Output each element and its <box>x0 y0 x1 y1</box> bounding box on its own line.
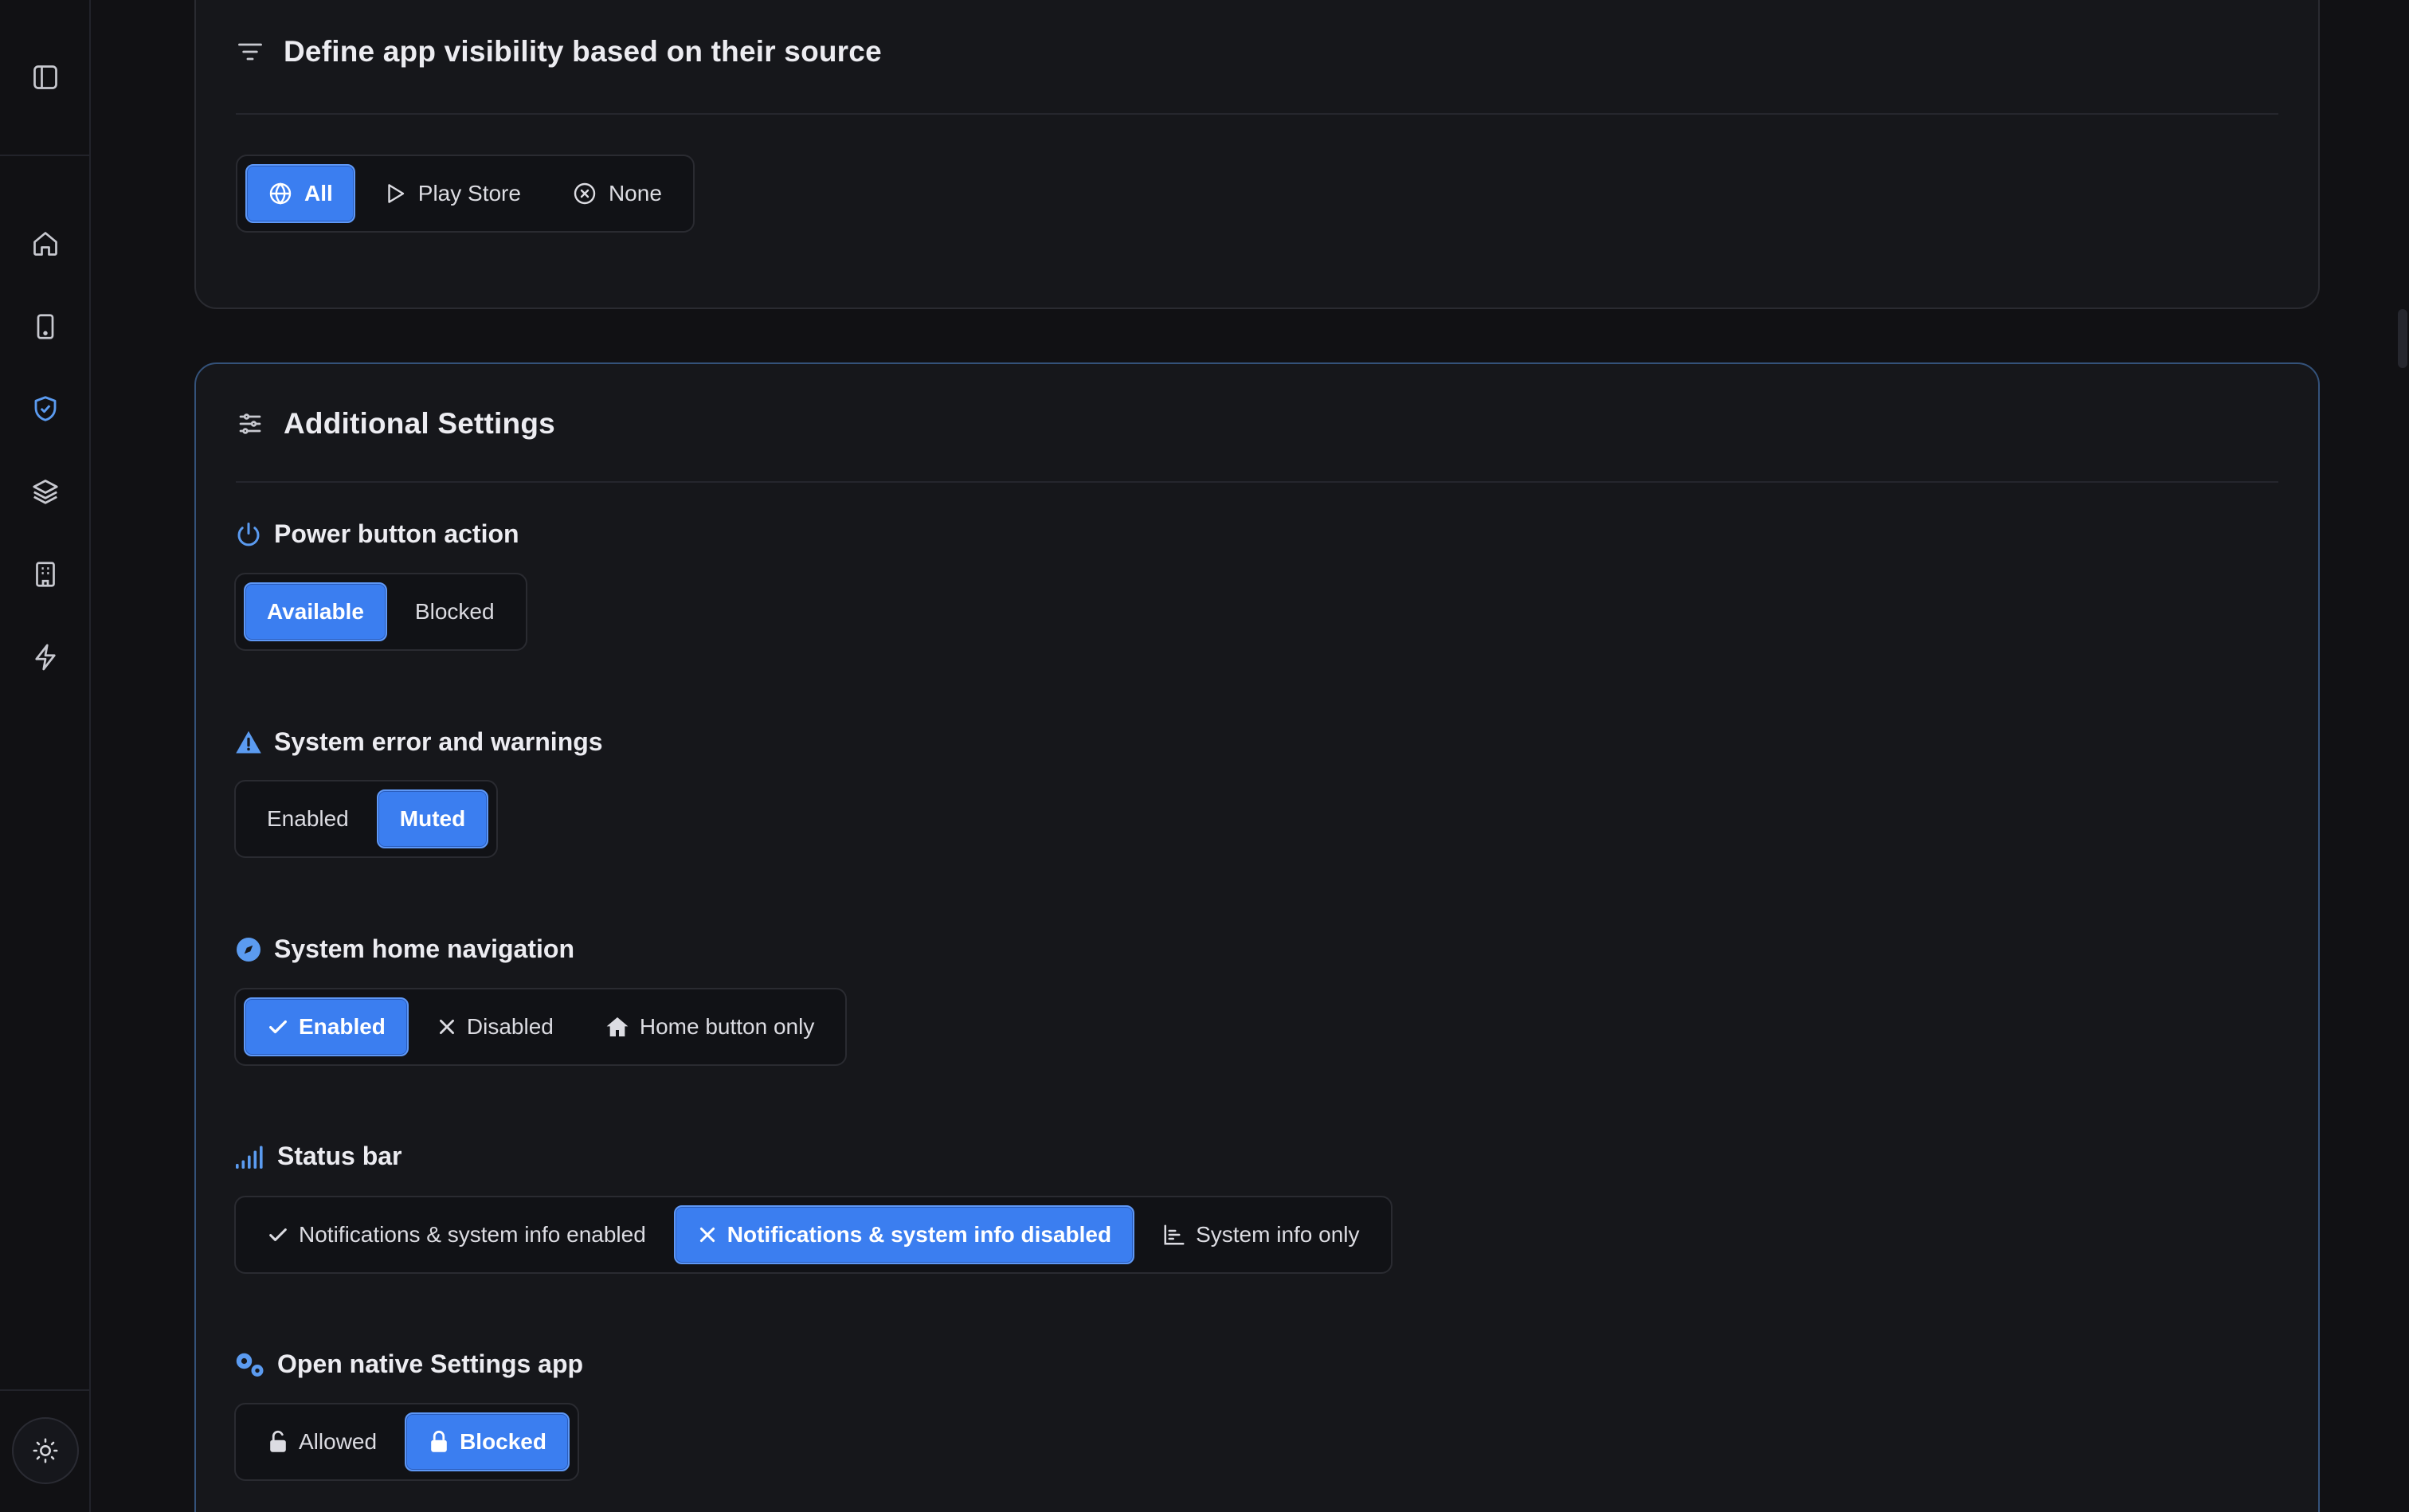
app-source-segmented-control: All Play Store None <box>236 155 695 233</box>
option-home-button-only[interactable]: Home button only <box>582 997 837 1056</box>
shield-check-icon <box>34 396 57 421</box>
lock-icon <box>431 1430 447 1452</box>
home-navigation-section-title: System home navigation <box>234 934 574 964</box>
sidebar-item-organization[interactable] <box>27 556 64 593</box>
option-enabled[interactable]: Enabled <box>244 789 372 848</box>
card-header: Additional Settings <box>236 407 555 441</box>
sidebar-item-automation[interactable] <box>27 639 64 676</box>
x-icon <box>439 1020 454 1034</box>
sidebar-divider <box>0 1389 91 1391</box>
sidebar-item-devices[interactable] <box>27 308 64 345</box>
sidebar-toggle-button[interactable] <box>27 59 64 96</box>
sidebar-divider <box>0 155 91 156</box>
power-icon <box>237 522 260 546</box>
sidebar-item-policies[interactable] <box>27 390 64 427</box>
card-title: Additional Settings <box>284 407 555 440</box>
option-allowed[interactable]: Allowed <box>244 1412 400 1471</box>
home-icon <box>606 1017 629 1036</box>
settings-app-segmented-control: Allowed Blocked <box>234 1403 579 1481</box>
theme-toggle-button[interactable] <box>12 1417 79 1484</box>
page-scrollbar[interactable] <box>2398 309 2407 368</box>
sidebar-item-layers[interactable] <box>27 473 64 510</box>
system-errors-segmented-control: Enabled Muted <box>234 780 499 858</box>
power-button-segmented-control: Available Blocked <box>234 573 527 651</box>
sun-icon <box>33 1438 58 1463</box>
card-divider <box>236 481 2278 483</box>
system-errors-section-title: System error and warnings <box>234 727 603 757</box>
lightning-icon <box>35 644 56 671</box>
option-enabled[interactable]: Enabled <box>244 997 409 1056</box>
filter-icon <box>238 43 262 61</box>
option-blocked[interactable]: Blocked <box>392 582 518 641</box>
option-none[interactable]: None <box>549 164 685 223</box>
option-play-store[interactable]: Play Store <box>360 164 544 223</box>
bar-chart-icon <box>1164 1224 1185 1245</box>
device-icon <box>37 314 54 339</box>
compass-icon <box>237 937 260 962</box>
x-circle-icon <box>574 182 596 205</box>
gears-icon <box>236 1353 264 1377</box>
card-divider <box>236 113 2278 115</box>
signal-bars-icon <box>236 1146 263 1169</box>
home-navigation-segmented-control: Enabled Disabled Home button only <box>234 988 848 1066</box>
play-icon <box>388 184 404 203</box>
option-notifications-disabled[interactable]: Notifications & system info disabled <box>673 1205 1135 1264</box>
card-header: Define app visibility based on their sou… <box>236 35 882 69</box>
option-system-info-only[interactable]: System info only <box>1139 1205 1382 1264</box>
sidebar-item-home[interactable] <box>27 225 64 262</box>
building-icon <box>36 562 55 587</box>
layers-icon <box>33 480 58 504</box>
sidebar-panel-icon <box>33 65 57 89</box>
lock-open-icon <box>270 1430 286 1452</box>
check-icon <box>269 1228 287 1241</box>
home-icon <box>33 232 57 256</box>
app-visibility-card: Define app visibility based on their sou… <box>194 0 2320 309</box>
sliders-icon <box>239 413 261 434</box>
check-icon <box>269 1020 287 1034</box>
settings-app-section-title: Open native Settings app <box>234 1349 583 1379</box>
warning-icon <box>236 731 261 753</box>
status-bar-segmented-control: Notifications & system info enabled Noti… <box>234 1196 1393 1274</box>
option-notifications-enabled[interactable]: Notifications & system info enabled <box>244 1205 669 1264</box>
option-all[interactable]: All <box>245 164 355 223</box>
option-disabled[interactable]: Disabled <box>413 997 577 1056</box>
sidebar <box>0 0 91 1512</box>
status-bar-section-title: Status bar <box>234 1142 402 1171</box>
option-muted[interactable]: Muted <box>376 789 489 848</box>
card-title: Define app visibility based on their sou… <box>284 35 882 68</box>
option-blocked[interactable]: Blocked <box>405 1412 570 1471</box>
power-button-section-title: Power button action <box>234 519 519 549</box>
globe-icon <box>269 182 292 205</box>
option-available[interactable]: Available <box>244 582 387 641</box>
x-icon <box>699 1227 715 1243</box>
